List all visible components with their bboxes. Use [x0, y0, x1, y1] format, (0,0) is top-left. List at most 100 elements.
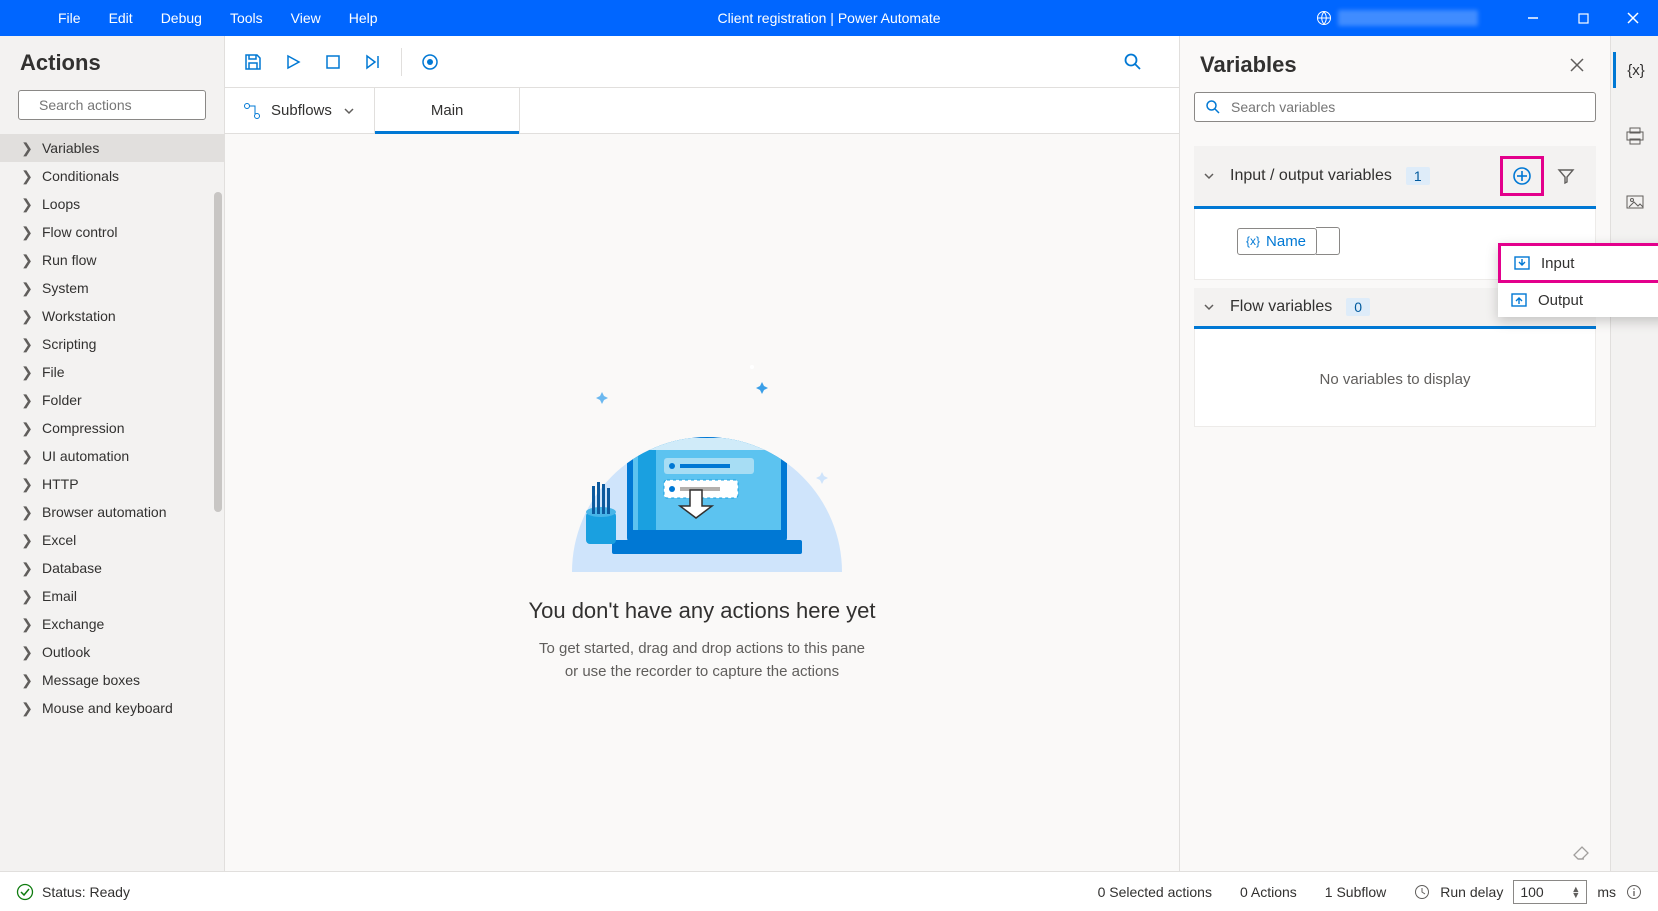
- menu-view[interactable]: View: [277, 2, 335, 34]
- menu-file[interactable]: File: [44, 2, 95, 34]
- minimize-button[interactable]: [1508, 0, 1558, 36]
- tree-item-database[interactable]: ❯Database: [0, 554, 224, 582]
- variables-panel-title: Variables: [1200, 52, 1297, 78]
- chevron-right-icon: ❯: [22, 619, 32, 629]
- chevron-right-icon: ❯: [22, 451, 32, 461]
- spinner-arrows[interactable]: ▲▼: [1571, 886, 1580, 898]
- chevron-right-icon: ❯: [22, 199, 32, 209]
- window-title: Client registration | Power Automate: [717, 10, 940, 26]
- eraser-icon[interactable]: [1572, 845, 1590, 863]
- variables-panel: Variables Input / output variables 1 {x}…: [1180, 36, 1610, 871]
- chevron-down-icon: [1202, 300, 1216, 314]
- io-section-label: Input / output variables: [1230, 167, 1392, 185]
- tree-item-email[interactable]: ❯Email: [0, 582, 224, 610]
- io-count-badge: 1: [1406, 167, 1430, 185]
- chevron-right-icon: ❯: [22, 143, 32, 153]
- tree-item-message-boxes[interactable]: ❯Message boxes: [0, 666, 224, 694]
- variable-value-slot[interactable]: [1316, 227, 1340, 255]
- flow-count-badge: 0: [1346, 298, 1370, 316]
- tree-item-compression[interactable]: ❯Compression: [0, 414, 224, 442]
- menu-help[interactable]: Help: [335, 2, 392, 34]
- maximize-button[interactable]: [1558, 0, 1608, 36]
- actions-search-input[interactable]: [39, 97, 220, 113]
- chevron-right-icon: ❯: [22, 675, 32, 685]
- rail-variables-button[interactable]: {x}: [1613, 52, 1657, 88]
- tree-item-mouse-keyboard[interactable]: ❯Mouse and keyboard: [0, 694, 224, 722]
- actions-search-box[interactable]: [18, 90, 206, 120]
- variable-chip[interactable]: {x} Name: [1237, 228, 1317, 255]
- actions-tree[interactable]: ❯Variables ❯Conditionals ❯Loops ❯Flow co…: [0, 134, 224, 871]
- separator: [401, 48, 402, 76]
- io-variables-section-header[interactable]: Input / output variables 1: [1194, 146, 1596, 209]
- tree-item-excel[interactable]: ❯Excel: [0, 526, 224, 554]
- run-delay-label: Run delay: [1440, 884, 1503, 900]
- selected-actions-count: 0 Selected actions: [1098, 884, 1212, 900]
- chevron-right-icon: ❯: [22, 339, 32, 349]
- chevron-down-icon: [342, 104, 356, 118]
- subflows-count: 1 Subflow: [1325, 884, 1386, 900]
- window-controls: [1508, 0, 1658, 36]
- tree-item-scripting[interactable]: ❯Scripting: [0, 330, 224, 358]
- flow-variables-body: No variables to display: [1194, 329, 1596, 427]
- chevron-right-icon: ❯: [22, 367, 32, 377]
- tree-item-variables[interactable]: ❯Variables: [0, 134, 224, 162]
- chevron-right-icon: ❯: [22, 535, 32, 545]
- chevron-right-icon: ❯: [22, 479, 32, 489]
- title-bar: File Edit Debug Tools View Help Client r…: [0, 0, 1658, 36]
- filter-variables-button[interactable]: [1544, 156, 1588, 196]
- chevron-right-icon: ❯: [22, 255, 32, 265]
- chevron-right-icon: ❯: [22, 227, 32, 237]
- subflows-icon: [243, 102, 261, 120]
- info-icon[interactable]: [1626, 884, 1642, 900]
- close-panel-button[interactable]: [1564, 52, 1590, 78]
- tree-item-http[interactable]: ❯HTTP: [0, 470, 224, 498]
- scrollbar-thumb[interactable]: [214, 192, 222, 512]
- tree-item-file[interactable]: ❯File: [0, 358, 224, 386]
- run-delay-input[interactable]: 100 ▲▼: [1513, 880, 1587, 904]
- run-button[interactable]: [275, 44, 311, 80]
- tree-item-loops[interactable]: ❯Loops: [0, 190, 224, 218]
- add-variable-button[interactable]: [1500, 156, 1544, 196]
- chevron-right-icon: ❯: [22, 283, 32, 293]
- canvas[interactable]: You don't have any actions here yet To g…: [225, 134, 1179, 871]
- actions-panel-title: Actions: [0, 36, 224, 86]
- flow-section-label: Flow variables: [1230, 298, 1332, 316]
- status-ok-icon: [16, 883, 34, 901]
- stop-button[interactable]: [315, 44, 351, 80]
- tree-item-workstation[interactable]: ❯Workstation: [0, 302, 224, 330]
- chevron-right-icon: ❯: [22, 171, 32, 181]
- variable-icon: {x}: [1246, 234, 1260, 248]
- tree-item-system[interactable]: ❯System: [0, 274, 224, 302]
- search-in-flow-button[interactable]: [1115, 44, 1151, 80]
- flow-empty-message: No variables to display: [1215, 347, 1575, 402]
- tree-item-folder[interactable]: ❯Folder: [0, 386, 224, 414]
- close-window-button[interactable]: [1608, 0, 1658, 36]
- status-text: Status: Ready: [42, 884, 130, 900]
- tree-item-flow-control[interactable]: ❯Flow control: [0, 218, 224, 246]
- rail-ui-elements-button[interactable]: [1613, 118, 1657, 154]
- environment-badge[interactable]: [1306, 6, 1488, 30]
- menu-debug[interactable]: Debug: [147, 2, 216, 34]
- tree-item-ui-automation[interactable]: ❯UI automation: [0, 442, 224, 470]
- recorder-button[interactable]: [412, 44, 448, 80]
- tree-item-conditionals[interactable]: ❯Conditionals: [0, 162, 224, 190]
- menu-tools[interactable]: Tools: [216, 2, 277, 34]
- variables-search-input[interactable]: [1231, 99, 1585, 115]
- tree-item-outlook[interactable]: ❯Outlook: [0, 638, 224, 666]
- empty-subtitle: To get started, drag and drop actions to…: [539, 638, 865, 683]
- variables-search-box[interactable]: [1194, 92, 1596, 122]
- tree-item-run-flow[interactable]: ❯Run flow: [0, 246, 224, 274]
- tree-item-browser-automation[interactable]: ❯Browser automation: [0, 498, 224, 526]
- rail-images-button[interactable]: [1613, 184, 1657, 220]
- output-icon: [1510, 291, 1528, 309]
- step-button[interactable]: [355, 44, 391, 80]
- chevron-right-icon: ❯: [22, 563, 32, 573]
- tree-item-exchange[interactable]: ❯Exchange: [0, 610, 224, 638]
- run-delay-unit: ms: [1597, 884, 1616, 900]
- subflows-dropdown[interactable]: Subflows: [225, 88, 375, 133]
- menu-edit[interactable]: Edit: [95, 2, 147, 34]
- add-variable-menu-output[interactable]: Output: [1498, 283, 1658, 317]
- tab-main[interactable]: Main: [375, 88, 521, 133]
- add-variable-menu-input[interactable]: Input: [1498, 243, 1658, 283]
- save-button[interactable]: [235, 44, 271, 80]
